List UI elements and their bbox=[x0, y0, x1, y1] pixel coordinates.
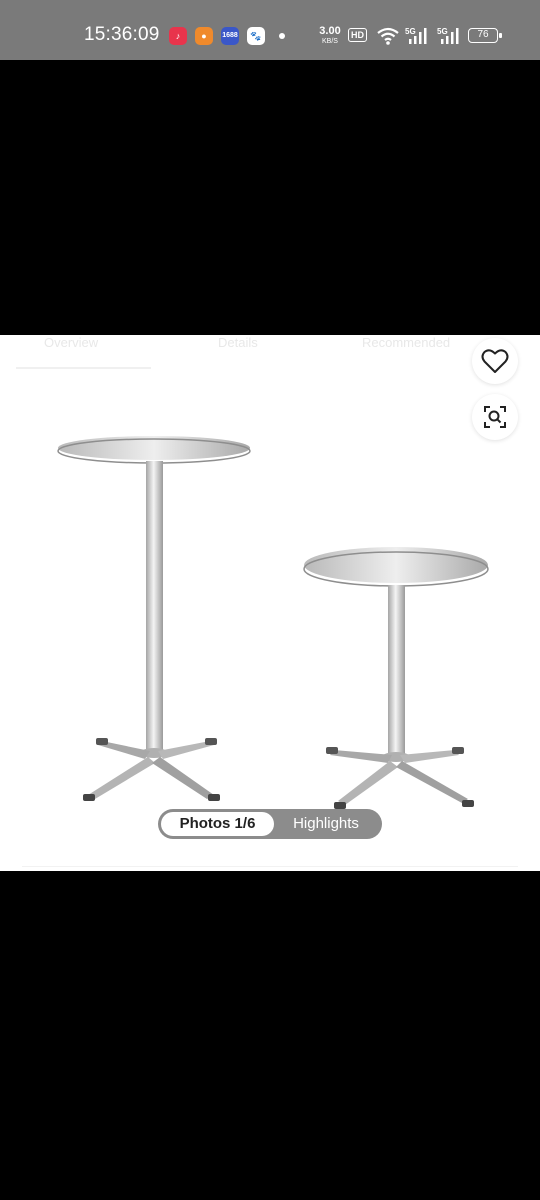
1688-app-icon: 1688 bbox=[221, 27, 239, 45]
signal-5g-icon-2: 5G bbox=[437, 27, 459, 44]
notification-dot-icon bbox=[279, 33, 285, 39]
tab-details[interactable]: Details bbox=[218, 335, 258, 350]
product-image[interactable] bbox=[0, 385, 540, 815]
signal-2-label: 5G bbox=[437, 27, 448, 36]
network-speed: 3.00 KB/S bbox=[316, 26, 344, 47]
status-time: 15:36:09 bbox=[84, 24, 160, 45]
heart-icon bbox=[481, 349, 509, 373]
baidu-app-icon: 🐾 bbox=[247, 27, 265, 45]
hd-badge: HD bbox=[348, 28, 367, 42]
tab-recommended[interactable]: Recommended bbox=[362, 335, 450, 350]
orange-app-icon: ● bbox=[195, 27, 213, 45]
photo-mode-toggle[interactable]: Photos 1/6 Highlights bbox=[158, 809, 382, 839]
net-speed-unit: KB/S bbox=[322, 38, 338, 45]
tab-overview[interactable]: Overview bbox=[44, 335, 98, 350]
product-gallery[interactable]: Overview Details Recommended Photos 1/6 … bbox=[0, 335, 540, 871]
net-speed-value: 3.00 bbox=[319, 25, 341, 37]
music-app-icon: ♪ bbox=[169, 27, 187, 45]
status-bar: 15:36:09 ♪ ● 1688 🐾 3.00 KB/S HD 5G 5G 7… bbox=[0, 0, 540, 60]
image-search-icon bbox=[484, 406, 506, 428]
image-search-button[interactable] bbox=[472, 394, 518, 440]
favorite-button[interactable] bbox=[472, 338, 518, 384]
short-table bbox=[303, 547, 489, 809]
tab-underline bbox=[16, 367, 151, 369]
signal-1-label: 5G bbox=[405, 27, 416, 36]
wifi-icon bbox=[377, 27, 399, 45]
photos-tab[interactable]: Photos 1/6 bbox=[161, 812, 274, 836]
battery-icon: 76 bbox=[468, 28, 502, 43]
signal-5g-icon: 5G bbox=[405, 27, 427, 44]
divider bbox=[22, 866, 518, 867]
tall-table bbox=[57, 436, 251, 801]
highlights-tab[interactable]: Highlights bbox=[276, 812, 376, 836]
